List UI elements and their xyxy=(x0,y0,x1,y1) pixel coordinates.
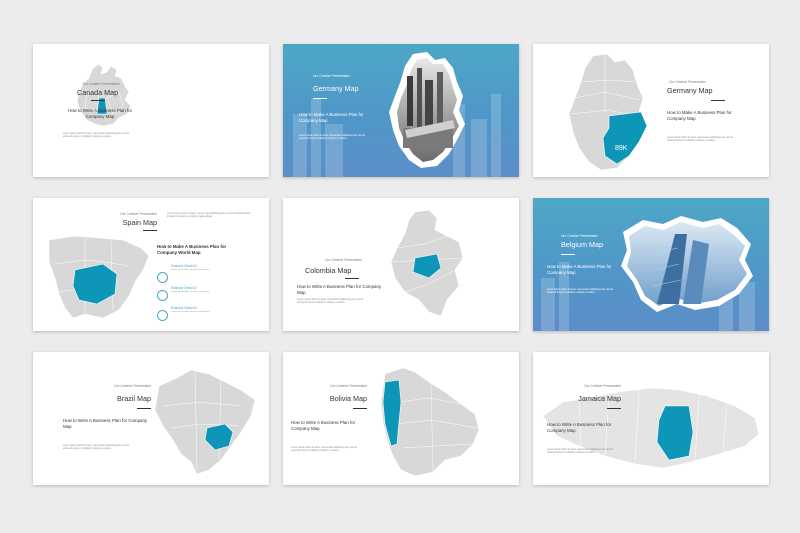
slide-subtitle: Our Creative Presentation xyxy=(114,384,151,388)
slide-spain[interactable]: Our Creative Presentation Spain Map Lore… xyxy=(33,198,269,331)
slide-title: Belgium Map xyxy=(561,240,603,249)
slide-title: Brazil Map xyxy=(117,394,151,403)
detail-text: Lorem ipsum dolor sit amet consectetur xyxy=(171,311,210,313)
slide-intro: Lorem ipsum dolor sit amet, consectetur … xyxy=(167,212,251,219)
slide-brazil[interactable]: Our Creative Presentation Brazil Map How… xyxy=(33,352,269,485)
slide-germany-photo[interactable]: Our Creative Presentation Germany Map Ho… xyxy=(283,44,519,177)
slide-heading: How to Make A Business Plan for Company … xyxy=(299,112,364,123)
slide-subtitle: Our Creative Presentation xyxy=(669,80,706,84)
slide-belgium-photo[interactable]: Our Creative Presentation Belgium Map Ho… xyxy=(533,198,769,331)
slide-heading: How to Make A Business Plan for Company … xyxy=(157,244,227,255)
slide-germany[interactable]: 89K Our Creative Presentation Germany Ma… xyxy=(533,44,769,177)
slide-heading: How to Write A Business Plan for Company… xyxy=(547,422,612,433)
slide-body: Lorem ipsum dolor sit amet, consectetur … xyxy=(297,298,364,305)
detail-title: Example Detail #3 xyxy=(171,306,197,310)
spain-map xyxy=(48,235,150,319)
check-icon xyxy=(157,310,168,321)
brazil-map xyxy=(154,369,256,475)
slide-subtitle: Our Creative Presentation xyxy=(561,234,598,238)
slide-body: Lorem ipsum dolor sit amet, consectetur … xyxy=(63,132,130,139)
title-rule xyxy=(91,100,105,101)
canada-map xyxy=(76,63,132,127)
slide-body: Lorem ipsum dolor sit amet, consectetur … xyxy=(291,446,358,453)
slide-body: Lorem ipsum dolor sit amet, consectetur … xyxy=(299,134,366,141)
slide-bolivia[interactable]: Our Creative Presentation Bolivia Map Ho… xyxy=(283,352,519,485)
slide-subtitle: Our Creative Presentation xyxy=(120,212,157,216)
title-rule xyxy=(137,408,151,409)
slide-heading: How to Write A Business Plan for Company… xyxy=(291,420,356,431)
title-rule xyxy=(143,230,157,231)
slide-subtitle: Our Creative Presentation xyxy=(330,384,367,388)
slide-title: Bolivia Map xyxy=(329,394,367,403)
detail-text: Lorem ipsum dolor sit amet consectetur xyxy=(171,269,210,271)
slide-heading: How to Write A Business Plan for Company… xyxy=(63,418,148,429)
slide-jamaica[interactable]: Our Creative Presentation Jamaica Map Ho… xyxy=(533,352,769,485)
check-icon xyxy=(157,290,168,301)
slide-title: Colombia Map xyxy=(305,266,352,275)
slide-subtitle: Our Creative Presentation xyxy=(82,82,120,86)
slide-heading: How to Make A Business Plan for Company … xyxy=(667,110,732,121)
title-rule xyxy=(353,408,367,409)
germany-map: 89K xyxy=(568,53,648,171)
detail-text: Lorem ipsum dolor sit amet consectetur xyxy=(171,291,210,293)
title-rule xyxy=(345,278,359,279)
slide-subtitle: Our Creative Presentation xyxy=(584,384,621,388)
belgium-photo-map xyxy=(621,216,753,312)
germany-photo-map xyxy=(389,52,465,168)
slide-title: Jamaica Map xyxy=(578,394,621,403)
slide-title: Canada Map xyxy=(77,88,119,97)
title-rule xyxy=(313,98,327,99)
colombia-map xyxy=(390,209,464,317)
slide-title: Germany Map xyxy=(667,86,713,95)
slide-title: Spain Map xyxy=(122,218,157,227)
slide-body: Lorem ipsum dolor sit amet, consectetur … xyxy=(667,136,734,143)
detail-title: Example Detail #1 xyxy=(171,264,197,268)
slide-body: Lorem ipsum dolor sit amet, consectetur … xyxy=(63,444,130,451)
slide-canada[interactable]: Our Creative Presentation Canada Map How… xyxy=(33,44,269,177)
region-badge: 89K xyxy=(615,145,628,152)
slide-heading: How to Write A Business Plan for Company… xyxy=(67,108,133,119)
bolivia-map xyxy=(380,367,480,477)
detail-title: Example Detail #2 xyxy=(171,286,197,290)
slide-title: Germany Map xyxy=(313,84,359,93)
slide-subtitle: Our Creative Presentation xyxy=(313,74,350,78)
slide-body: Lorem ipsum dolor sit amet, consectetur … xyxy=(547,288,614,295)
title-rule xyxy=(561,254,575,255)
slide-colombia[interactable]: Our Creative Presentation Colombia Map H… xyxy=(283,198,519,331)
slide-body: Lorem ipsum dolor sit amet, consectetur … xyxy=(547,448,614,455)
title-rule xyxy=(607,408,621,409)
check-icon xyxy=(157,272,168,283)
title-rule xyxy=(711,100,725,101)
slide-heading: How to Write A Business Plan for Company… xyxy=(297,284,382,295)
slide-subtitle: Our Creative Presentation xyxy=(325,258,362,262)
slide-heading: How to Make A Business Plan for Company … xyxy=(547,264,612,275)
